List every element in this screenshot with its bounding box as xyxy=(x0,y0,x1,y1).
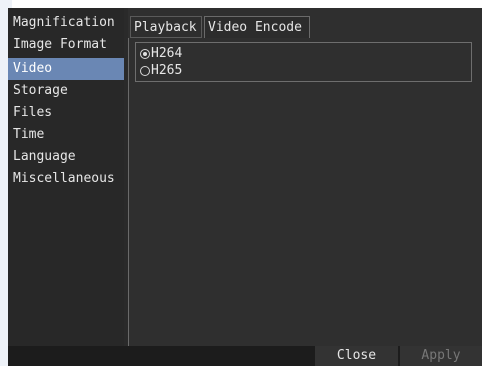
radio-unchecked-icon[interactable] xyxy=(140,66,150,76)
radio-option-h264[interactable]: H264 xyxy=(140,45,182,63)
sidebar-item-magnification[interactable]: Magnification xyxy=(8,12,124,34)
footer-bar: Close Apply xyxy=(8,346,482,366)
sidebar-item-image-format[interactable]: Image Format xyxy=(8,34,124,58)
settings-sidebar: Magnification Image Format Video Storage… xyxy=(8,8,124,346)
tab-video-encode[interactable]: Video Encode xyxy=(204,16,310,38)
sidebar-item-miscellaneous[interactable]: Miscellaneous xyxy=(8,168,124,190)
tab-playback[interactable]: Playback xyxy=(130,16,202,38)
apply-button[interactable]: Apply xyxy=(400,346,482,366)
sidebar-item-files[interactable]: Files xyxy=(8,102,124,124)
close-button[interactable]: Close xyxy=(315,346,398,366)
settings-window: Magnification Image Format Video Storage… xyxy=(8,8,482,366)
radio-checked-icon[interactable] xyxy=(140,49,150,59)
radio-label-h264: H264 xyxy=(151,46,183,61)
codec-group-box: H264 H265 xyxy=(135,42,472,82)
sidebar-item-storage[interactable]: Storage xyxy=(8,80,124,102)
sidebar-item-time[interactable]: Time xyxy=(8,124,124,146)
radio-label-h265: H265 xyxy=(151,63,183,78)
tab-bar: Playback Video Encode xyxy=(128,16,482,38)
radio-option-h265[interactable]: H265 xyxy=(140,62,182,80)
sidebar-item-video[interactable]: Video xyxy=(8,58,124,80)
sidebar-item-language[interactable]: Language xyxy=(8,146,124,168)
video-encode-panel: H264 H265 xyxy=(128,38,482,346)
